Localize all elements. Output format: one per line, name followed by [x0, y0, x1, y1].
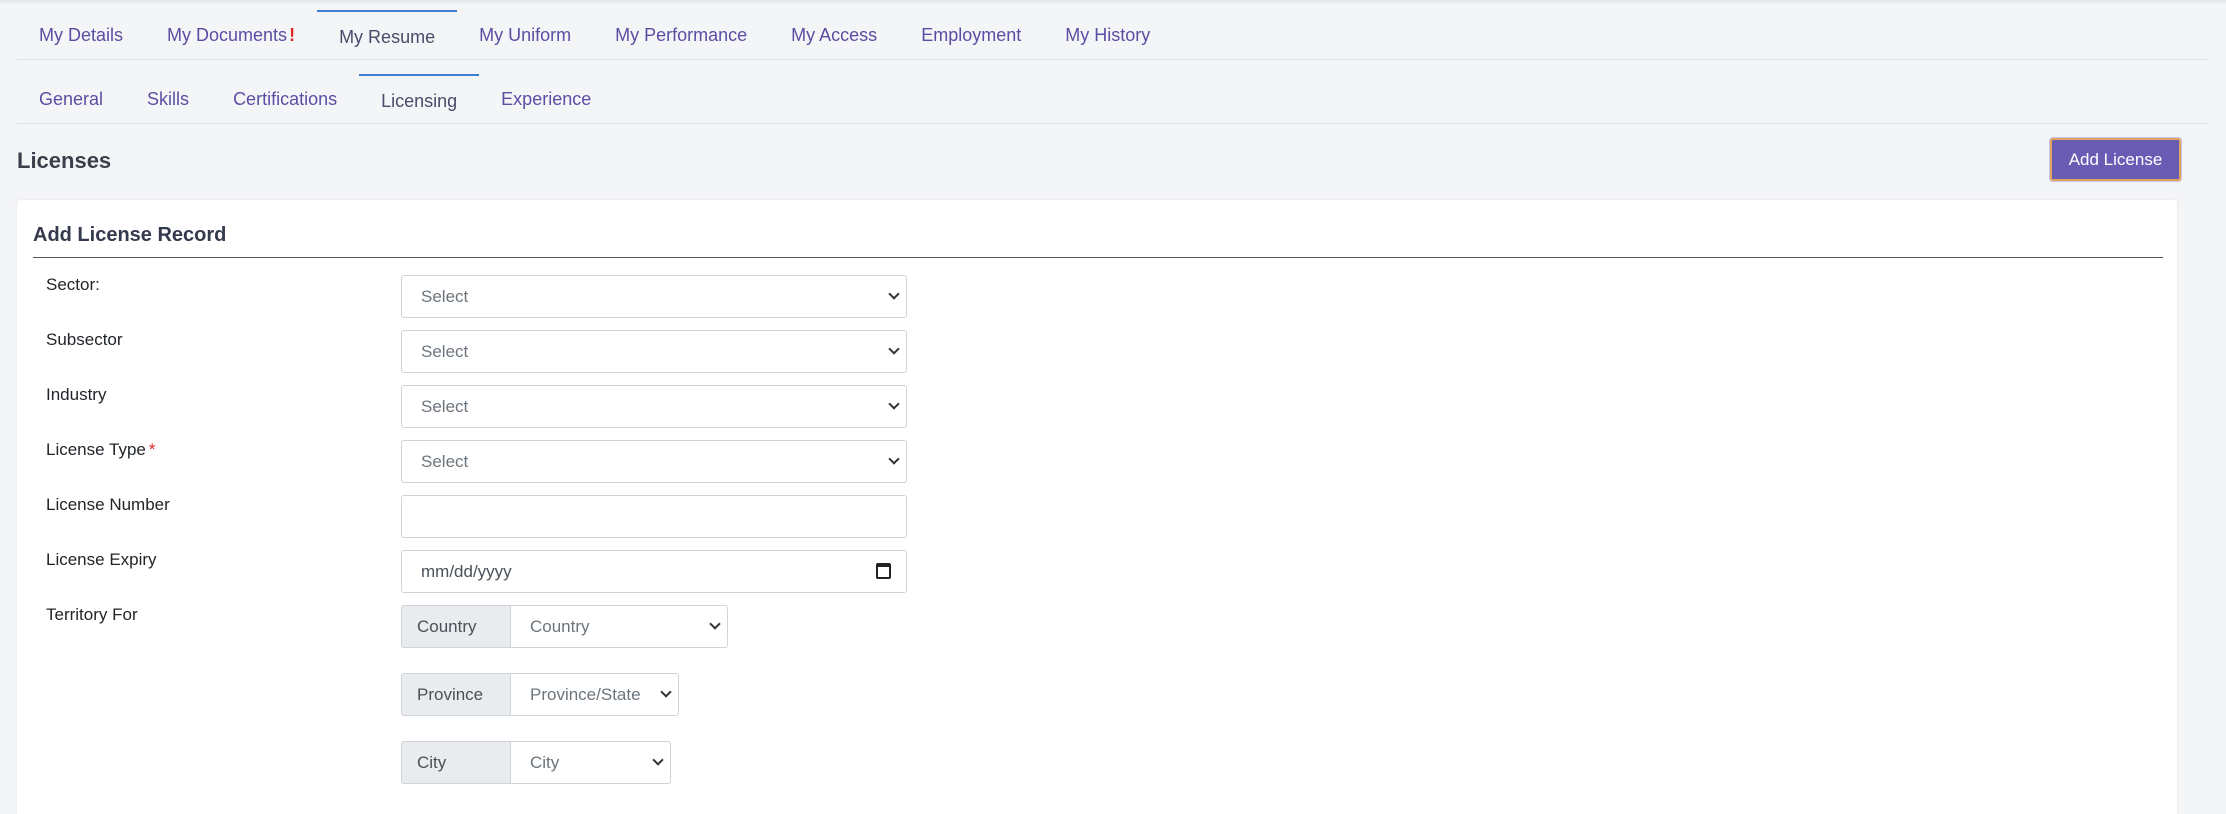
license-expiry-label: License Expiry [46, 550, 157, 569]
license-type-select[interactable]: Select [401, 440, 907, 483]
tab-general[interactable]: General [17, 74, 125, 123]
license-number-input[interactable] [401, 495, 907, 538]
select-value: Select [421, 396, 469, 416]
date-placeholder: mm/dd/yyyy [421, 561, 512, 581]
tab-skills[interactable]: Skills [125, 74, 211, 123]
tab-my-history[interactable]: My History [1043, 10, 1172, 59]
sector-select[interactable]: Select [401, 275, 907, 318]
industry-label: Industry [46, 385, 107, 404]
chevron-down-icon [888, 288, 900, 300]
province-group: Province Province/State [401, 673, 679, 716]
city-addon: City [401, 741, 511, 784]
license-expiry-row: License Expiry mm/dd/yyyy [46, 550, 1246, 594]
territory-row: Territory For Country Country Province P… [46, 605, 1246, 805]
label-text: License Type [46, 440, 146, 459]
country-group: Country Country [401, 605, 728, 648]
select-value: City [530, 752, 560, 772]
chevron-down-icon [888, 453, 900, 465]
subsector-select[interactable]: Select [401, 330, 907, 373]
select-value: Select [421, 286, 469, 306]
select-value: Select [421, 451, 469, 471]
sector-row: Sector: Select [46, 275, 1246, 319]
alert-icon: ! [289, 25, 296, 45]
required-marker: * [148, 440, 156, 459]
territory-label: Territory For [46, 605, 138, 624]
top-shadow [0, 0, 2226, 4]
tab-my-access[interactable]: My Access [769, 10, 899, 59]
tab-label: My History [1065, 25, 1151, 45]
select-value: Country [530, 616, 590, 636]
license-number-label: License Number [46, 495, 170, 514]
tab-label: Certifications [233, 89, 338, 109]
add-license-card: Add License Record Sector: Select Subsec… [17, 200, 2177, 814]
sub-tabs: General Skills Certifications Licensing … [17, 74, 2209, 124]
tab-my-documents[interactable]: My Documents! [145, 10, 317, 59]
tab-label: General [39, 89, 104, 109]
card-title: Add License Record [33, 224, 227, 246]
subsector-label: Subsector [46, 330, 123, 349]
section-title: Licenses [17, 148, 112, 173]
license-type-row: License Type * Select [46, 440, 1246, 484]
license-number-row: License Number [46, 495, 1246, 539]
tab-experience[interactable]: Experience [479, 74, 613, 123]
province-select[interactable]: Province/State [511, 673, 679, 716]
tab-employment[interactable]: Employment [899, 10, 1043, 59]
tab-label: My Performance [615, 25, 748, 45]
tab-label: My Details [39, 25, 124, 45]
country-select[interactable]: Country [511, 605, 728, 648]
chevron-down-icon [888, 343, 900, 355]
province-addon: Province [401, 673, 511, 716]
calendar-icon[interactable] [876, 563, 891, 579]
tab-licensing[interactable]: Licensing [359, 74, 480, 123]
tab-label: Experience [501, 89, 592, 109]
chevron-down-icon [660, 686, 672, 698]
tab-label: Licensing [381, 91, 458, 111]
country-addon: Country [401, 605, 511, 648]
tab-label: My Documents [167, 25, 288, 45]
chevron-down-icon [709, 618, 721, 630]
tab-label: My Uniform [479, 25, 572, 45]
industry-row: Industry Select [46, 385, 1246, 429]
tab-label: Skills [147, 89, 190, 109]
license-type-label: License Type * [46, 440, 156, 460]
industry-select[interactable]: Select [401, 385, 907, 428]
tab-certifications[interactable]: Certifications [211, 74, 359, 123]
divider [33, 257, 2163, 258]
chevron-down-icon [888, 398, 900, 410]
city-select[interactable]: City [511, 741, 671, 784]
city-group: City City [401, 741, 671, 784]
license-expiry-date-input[interactable]: mm/dd/yyyy [401, 550, 907, 593]
tab-my-performance[interactable]: My Performance [593, 10, 769, 59]
sector-label: Sector: [46, 275, 100, 294]
select-value: Province/State [530, 684, 641, 704]
tab-my-uniform[interactable]: My Uniform [457, 10, 593, 59]
tab-label: Employment [921, 25, 1022, 45]
subsector-row: Subsector Select [46, 330, 1246, 374]
add-license-button[interactable]: Add License [2050, 138, 2181, 181]
chevron-down-icon [652, 754, 664, 766]
tab-label: My Access [791, 25, 878, 45]
tab-my-resume[interactable]: My Resume [317, 10, 458, 59]
main-tabs: My Details My Documents! My Resume My Un… [17, 10, 2209, 60]
select-value: Select [421, 341, 469, 361]
tab-label: My Resume [339, 27, 436, 47]
tab-my-details[interactable]: My Details [17, 10, 145, 59]
